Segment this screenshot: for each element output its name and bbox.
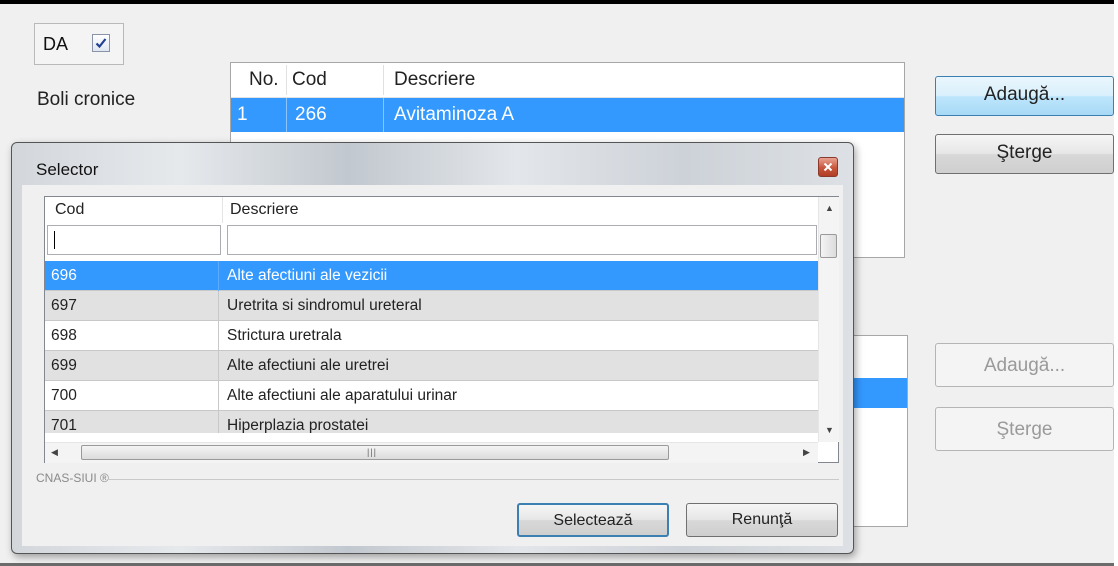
list-header: Cod Descriere xyxy=(45,197,818,223)
select-button[interactable]: Selectează xyxy=(517,503,669,537)
grid-header: No. Cod Descriere xyxy=(231,63,904,98)
table-row[interactable]: 1 266 Avitaminoza A xyxy=(231,98,904,132)
item-cod: 698 xyxy=(51,327,77,344)
dialog-body: Cod Descriere 696 Alte afectiuni ale vez… xyxy=(22,185,843,546)
cell-divider xyxy=(286,98,287,132)
delete-button-disabled[interactable]: Şterge xyxy=(935,407,1114,451)
scroll-right-icon[interactable]: ▶ xyxy=(803,447,810,458)
scroll-down-icon[interactable]: ▼ xyxy=(825,425,834,435)
header-cod: Cod xyxy=(55,201,85,218)
add-button[interactable]: Adaugă... xyxy=(935,76,1114,116)
header-divider xyxy=(286,65,287,95)
vertical-scroll-thumb[interactable] xyxy=(820,234,837,258)
scroll-left-icon[interactable]: ◀ xyxy=(51,447,58,458)
grip-icon: ||| xyxy=(367,447,378,457)
cell-divider xyxy=(218,351,219,381)
header-descriere: Descriere xyxy=(394,69,476,90)
item-descriere: Alte afectiuni ale uretrei xyxy=(227,357,389,374)
header-no: No. xyxy=(249,69,279,90)
cell-divider xyxy=(218,291,219,321)
da-group: DA xyxy=(34,23,124,65)
item-descriere: Hiperplazia prostatei xyxy=(227,417,369,433)
close-icon xyxy=(823,162,833,172)
item-descriere: Alte afectiuni ale aparatului urinar xyxy=(227,387,458,404)
text-caret xyxy=(54,231,55,249)
right-edge xyxy=(1114,0,1118,566)
list-item[interactable]: 698 Strictura uretrala xyxy=(45,321,818,351)
item-cod: 699 xyxy=(51,357,77,374)
cell-cod: 266 xyxy=(295,104,327,125)
cell-divider xyxy=(218,381,219,411)
cell-divider xyxy=(218,261,219,291)
selector-dialog: Selector Cod Descriere 696 Alte afectiun… xyxy=(11,142,854,554)
item-cod: 700 xyxy=(51,387,77,404)
cancel-button[interactable]: Renunţă xyxy=(686,503,838,537)
close-button[interactable] xyxy=(818,157,838,177)
horizontal-scroll-thumb[interactable]: ||| xyxy=(81,445,669,460)
cell-descriere: Avitaminoza A xyxy=(394,104,515,125)
item-descriere: Strictura uretrala xyxy=(227,327,342,344)
list-item[interactable]: 699 Alte afectiuni ale uretrei xyxy=(45,351,818,381)
top-border xyxy=(0,0,1118,4)
item-cod: 697 xyxy=(51,297,77,314)
header-divider xyxy=(383,65,384,95)
add-button-disabled[interactable]: Adaugă... xyxy=(935,343,1114,387)
filter-cod-input[interactable] xyxy=(47,225,221,255)
group-divider xyxy=(108,479,839,480)
da-label: DA xyxy=(43,34,69,54)
item-descriere: Alte afectiuni ale vezicii xyxy=(227,267,388,284)
filter-descriere-input[interactable] xyxy=(227,225,817,255)
vertical-scrollbar[interactable]: ▲ ▼ xyxy=(818,197,839,442)
header-divider xyxy=(222,197,223,223)
list-item[interactable]: 701 Hiperplazia prostatei xyxy=(45,411,818,433)
item-cod: 696 xyxy=(51,267,77,284)
list-item[interactable]: 697 Uretrita si sindromul ureteral xyxy=(45,291,818,321)
cell-divider xyxy=(383,98,384,132)
cell-divider xyxy=(218,411,219,433)
list-item[interactable]: 700 Alte afectiuni ale aparatului urinar xyxy=(45,381,818,411)
selector-list[interactable]: Cod Descriere 696 Alte afectiuni ale vez… xyxy=(44,196,839,463)
dialog-title: Selector xyxy=(36,160,99,179)
cell-divider xyxy=(218,321,219,351)
group-label: CNAS-SIUI ® xyxy=(36,471,109,485)
header-cod: Cod xyxy=(292,69,327,90)
scroll-up-icon[interactable]: ▲ xyxy=(825,203,834,213)
checkmark-icon xyxy=(95,38,107,49)
boli-cronice-label: Boli cronice xyxy=(37,89,136,110)
cell-no: 1 xyxy=(237,104,248,125)
header-descriere: Descriere xyxy=(230,201,299,218)
da-checkbox[interactable] xyxy=(92,34,110,52)
list-item[interactable]: 696 Alte afectiuni ale vezicii xyxy=(45,261,818,291)
item-cod: 701 xyxy=(51,417,77,433)
horizontal-scrollbar[interactable]: ◀ ||| ▶ xyxy=(45,442,818,463)
item-descriere: Uretrita si sindromul ureteral xyxy=(227,297,422,314)
delete-button[interactable]: Şterge xyxy=(935,134,1114,174)
